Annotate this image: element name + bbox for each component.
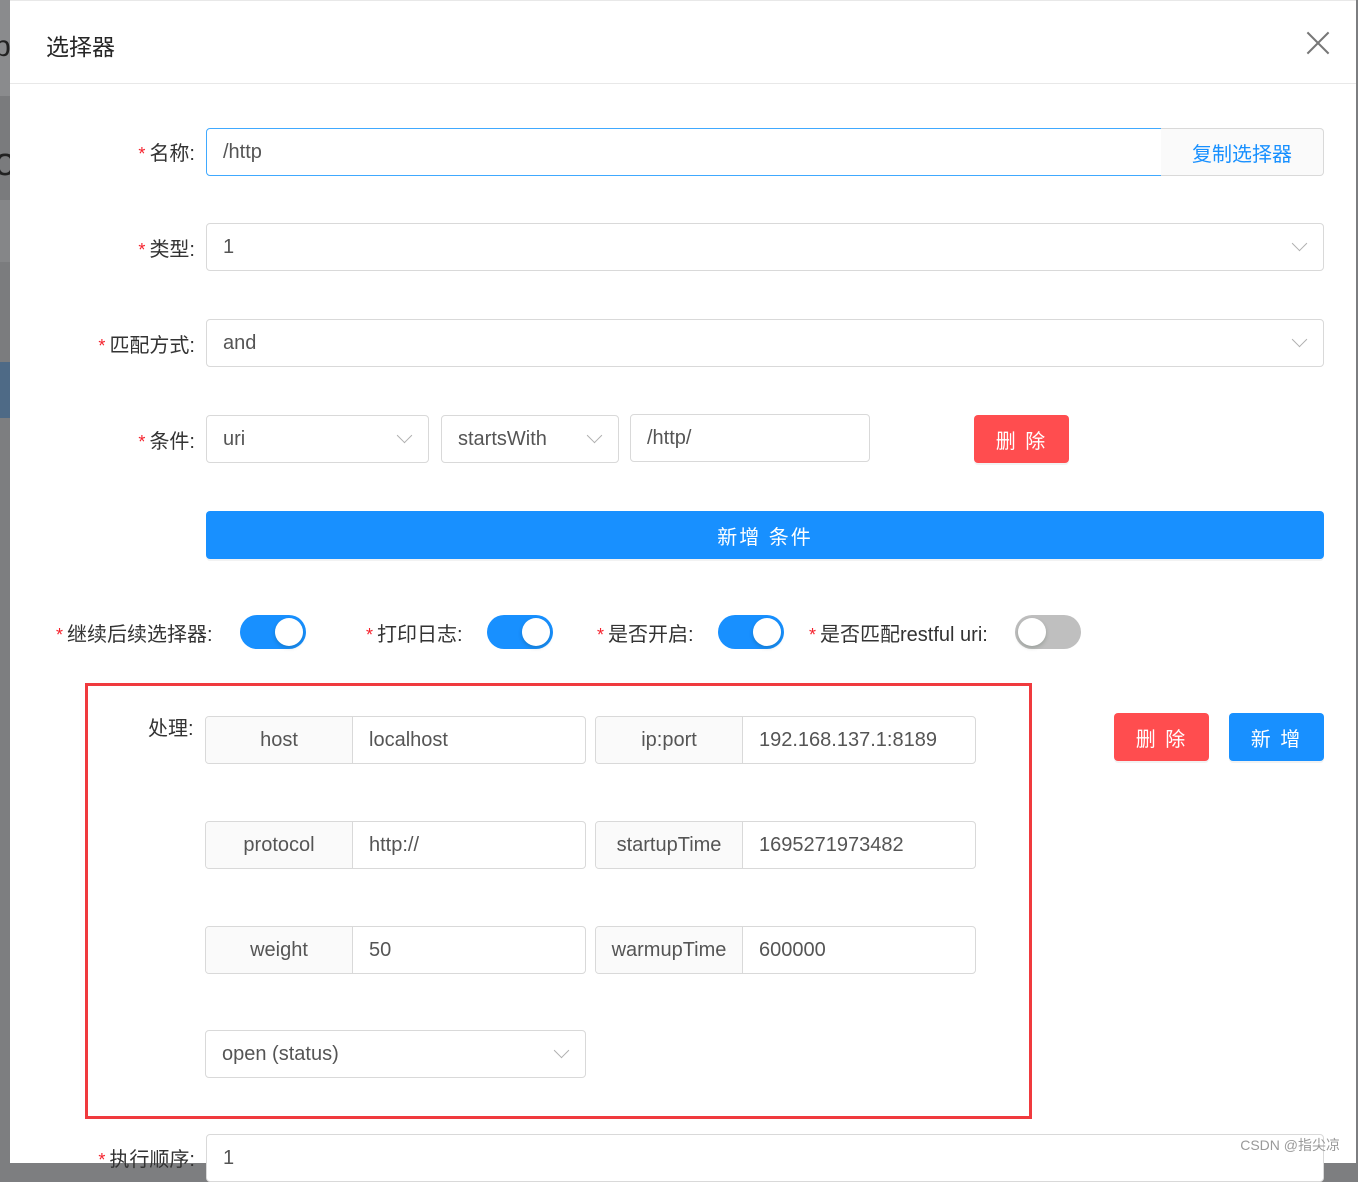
handle-value-input[interactable]: 1695271973482 [743,822,975,868]
match-restful-switch[interactable] [1015,615,1081,649]
add-handle-button[interactable]: 新 增 [1229,713,1324,761]
switch-knob [1018,618,1046,646]
handle-key: host [206,717,353,763]
chevron-down-icon [586,427,603,444]
modal-header: 选择器 [10,1,1356,84]
handle-value-input[interactable]: 50 [353,927,585,973]
required-mark: * [809,625,817,645]
name-input[interactable]: /http [206,128,1162,176]
required-mark: * [98,336,106,356]
required-mark: * [138,432,146,452]
delete-handle-button[interactable]: 删 除 [1114,713,1209,761]
handle-label: 处理: [148,718,194,740]
logged-switch[interactable] [487,615,553,649]
handle-field-ip-port: ip:port 192.168.137.1:8189 [595,716,976,764]
match-mode-select[interactable]: and [206,319,1324,367]
required-mark: * [366,625,374,645]
watermark: CSDN @指尖凉 [1240,1137,1340,1153]
name-label: * 名称: [138,143,195,165]
background-page [0,200,10,262]
handle-key: protocol [206,822,353,868]
required-mark: * [56,625,64,645]
match-mode-label: * 匹配方式: [98,335,195,357]
type-select[interactable]: 1 [206,223,1324,271]
handle-value-input[interactable]: 192.168.137.1:8189 [743,717,975,763]
handle-field-warmup-time: warmupTime 600000 [595,926,976,974]
enabled-label: * 是否开启: [597,624,694,646]
selector-modal: 选择器 * 名称: /http 复制选择器 * 类型: 1 * 匹配方式: and *… [10,0,1356,1182]
close-icon[interactable] [1306,31,1330,55]
handle-status-select[interactable]: open (status) [205,1030,586,1078]
handle-key: startupTime [596,822,743,868]
delete-condition-button[interactable]: 删 除 [974,415,1069,463]
chevron-down-icon [1291,331,1308,348]
continued-label: * 继续后续选择器: [56,624,213,646]
background-page [0,362,10,418]
chevron-down-icon [553,1042,570,1059]
modal-title: 选择器 [46,34,115,60]
handle-value-input[interactable]: localhost [353,717,585,763]
handle-field-weight: weight 50 [205,926,586,974]
required-mark: * [98,1150,106,1170]
conditions-label: * 条件: [138,431,195,453]
add-condition-button[interactable]: 新增 条件 [206,511,1324,559]
continued-switch[interactable] [240,615,306,649]
background-page [0,262,10,362]
handle-field-host: host localhost [205,716,586,764]
handle-value-input[interactable]: 600000 [743,927,975,973]
chevron-down-icon [1291,235,1308,252]
handle-value-input[interactable]: http:// [353,822,585,868]
handle-field-startup-time: startupTime 1695271973482 [595,821,976,869]
condition-value-input[interactable]: /http/ [630,414,870,462]
copy-selector-button[interactable]: 复制选择器 [1161,128,1324,176]
handle-key: ip:port [596,717,743,763]
handle-key: warmupTime [596,927,743,973]
switch-knob [753,618,781,646]
chevron-down-icon [396,427,413,444]
required-mark: * [597,625,605,645]
condition-param-type-select[interactable]: uri [206,415,429,463]
type-label: * 类型: [138,239,195,261]
sort-label: * 执行顺序: [98,1149,195,1171]
match-restful-label: * 是否匹配restful uri: [809,624,988,646]
condition-operator-select[interactable]: startsWith [441,415,619,463]
handle-field-protocol: protocol http:// [205,821,586,869]
switch-knob [275,618,303,646]
required-mark: * [138,240,146,260]
switch-knob [522,618,550,646]
logged-label: * 打印日志: [366,624,463,646]
sort-input[interactable]: 1 [206,1134,1324,1182]
required-mark: * [138,144,146,164]
handle-key: weight [206,927,353,973]
enabled-switch[interactable] [718,615,784,649]
